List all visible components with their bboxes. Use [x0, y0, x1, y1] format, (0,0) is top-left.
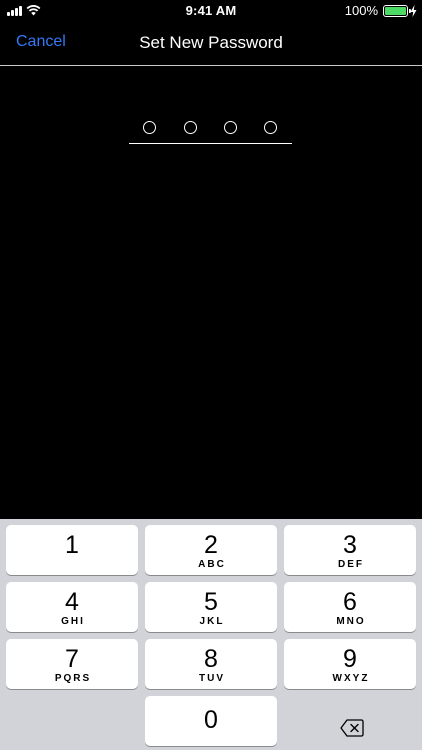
- key-digit: 5: [204, 588, 218, 616]
- key-digit: 3: [343, 531, 357, 559]
- navigation-bar: Cancel Set New Password: [0, 22, 422, 66]
- key-0[interactable]: 0: [145, 696, 277, 746]
- charging-bolt-icon: [410, 5, 417, 17]
- cancel-button[interactable]: Cancel: [16, 33, 66, 51]
- key-1[interactable]: 1: [6, 525, 138, 575]
- passcode-field[interactable]: [129, 118, 292, 144]
- delete-key[interactable]: [284, 705, 416, 750]
- key-digit: 2: [204, 531, 218, 559]
- key-digit: 1: [65, 531, 79, 559]
- key-letters: DEF: [338, 559, 364, 570]
- key-7[interactable]: 7 PQRS: [6, 639, 138, 689]
- numeric-keypad: 1 2 ABC 3 DEF 4 GHI 5 JKL 6 MNO 7 PQRS 8 TUV 9 WXYZ 0: [0, 519, 422, 750]
- key-letters: MNO: [336, 616, 366, 627]
- key-letters: WXYZ: [332, 673, 370, 684]
- key-letters: ABC: [198, 559, 226, 570]
- key-letters: PQRS: [54, 673, 92, 684]
- key-digit: 4: [65, 588, 79, 616]
- status-bar: 9:41 AM 100%: [0, 0, 422, 22]
- key-digit: 0: [204, 706, 218, 734]
- passcode-dot: [143, 121, 156, 134]
- passcode-dot: [264, 121, 277, 134]
- key-letters: TUV: [199, 673, 225, 684]
- key-digit: 7: [65, 645, 79, 673]
- key-5[interactable]: 5 JKL: [145, 582, 277, 632]
- key-8[interactable]: 8 TUV: [145, 639, 277, 689]
- key-3[interactable]: 3 DEF: [284, 525, 416, 575]
- key-digit: 9: [343, 645, 357, 673]
- key-digit: 8: [204, 645, 218, 673]
- key-2[interactable]: 2 ABC: [145, 525, 277, 575]
- key-9[interactable]: 9 WXYZ: [284, 639, 416, 689]
- passcode-dot: [224, 121, 237, 134]
- key-letters: JKL: [199, 616, 225, 627]
- battery-level: [385, 7, 406, 15]
- key-letters: GHI: [61, 616, 85, 627]
- passcode-dot: [184, 121, 197, 134]
- key-4[interactable]: 4 GHI: [6, 582, 138, 632]
- key-6[interactable]: 6 MNO: [284, 582, 416, 632]
- battery-icon: [383, 5, 411, 17]
- battery-percent: 100%: [344, 3, 378, 18]
- backspace-icon: [340, 719, 364, 737]
- key-digit: 6: [343, 588, 357, 616]
